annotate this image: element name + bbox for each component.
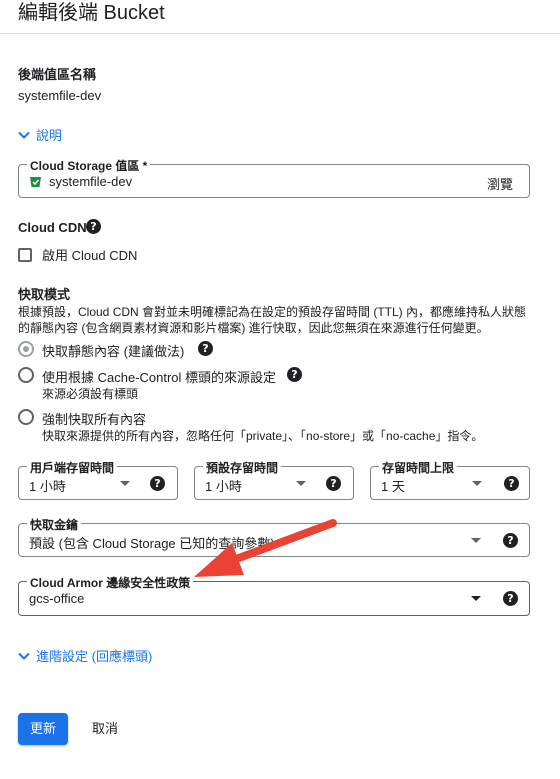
bucket-icon	[30, 177, 41, 187]
chevron-down-icon	[18, 652, 30, 660]
radio-force-cache-label: 強制快取所有內容	[42, 412, 147, 427]
dropdown-arrow-icon	[471, 538, 481, 543]
cdn-enable-label: 啟用 Cloud CDN	[42, 248, 138, 263]
client-ttl-label: 用戶端存留時間	[27, 459, 118, 476]
radio-cache-origin-headers[interactable]	[18, 367, 34, 383]
header-divider	[0, 33, 560, 34]
radio-force-cache-all[interactable]	[18, 409, 34, 425]
default-ttl-value: 1 小時	[205, 479, 242, 494]
default-ttl-help-icon[interactable]: ?	[326, 476, 341, 491]
page-title: 編輯後端 Bucket	[18, 2, 165, 24]
cdn-help-icon[interactable]: ?	[86, 219, 101, 234]
cache-mode-description: 根據預設，Cloud CDN 會對並未明確標記為在設定的預設存留時間 (TTL)…	[18, 305, 527, 335]
backend-name-label: 後端值區名稱	[18, 67, 97, 82]
cancel-button[interactable]: 取消	[84, 713, 126, 745]
cache-mode-title: 快取模式	[18, 287, 71, 302]
armor-help-icon[interactable]: ?	[503, 591, 518, 606]
cdn-label: Cloud CDN	[18, 220, 87, 235]
cdn-enable-checkbox[interactable]: 啟用 Cloud CDN	[18, 245, 137, 264]
advanced-settings-toggle[interactable]: 進階設定 (回應標頭)	[18, 646, 152, 665]
advanced-settings-label: 進階設定 (回應標頭)	[36, 649, 153, 664]
max-ttl-label: 存留時間上限	[379, 459, 458, 476]
dropdown-arrow-icon	[471, 596, 481, 601]
annotation-arrow-icon	[194, 519, 337, 577]
storage-bucket-field[interactable]: Cloud Storage 值區 * systemfile-dev 瀏覽	[18, 157, 530, 198]
cache-origin-help-icon[interactable]: ?	[287, 367, 302, 382]
radio-force-cache-sub: 快取來源提供的所有內容，忽略任何「private」、「no-store」或「no…	[42, 429, 484, 443]
default-ttl-label: 預設存留時間	[203, 459, 282, 476]
armor-policy-label: Cloud Armor 邊緣安全性政策	[27, 574, 194, 591]
dropdown-arrow-icon	[296, 481, 306, 486]
storage-bucket-value: systemfile-dev	[49, 174, 133, 189]
radio-cache-origin-sub: 來源必須設有標頭	[42, 387, 139, 401]
radio-cache-origin-label: 使用根據 Cache-Control 標頭的來源設定	[42, 370, 277, 385]
dropdown-arrow-icon	[472, 481, 482, 486]
armor-policy-value: gcs-office	[29, 591, 85, 606]
max-ttl-select[interactable]: 存留時間上限 1 天 ?	[370, 459, 530, 500]
default-ttl-select[interactable]: 預設存留時間 1 小時 ?	[194, 459, 354, 500]
explain-link-label: 說明	[36, 128, 63, 143]
checkbox-box[interactable]	[18, 247, 32, 262]
radio-cache-static-label: 快取靜態內容 (建議做法)	[42, 344, 185, 359]
max-ttl-value: 1 天	[381, 479, 405, 494]
radio-cache-static[interactable]	[18, 341, 34, 357]
cache-static-help-icon[interactable]: ?	[198, 341, 213, 356]
storage-bucket-label: Cloud Storage 值區 *	[27, 157, 151, 174]
backend-name-value: systemfile-dev	[18, 88, 102, 103]
client-ttl-help-icon[interactable]: ?	[150, 476, 165, 491]
client-ttl-value: 1 小時	[29, 479, 66, 494]
browse-button[interactable]: 瀏覽	[487, 174, 513, 193]
client-ttl-select[interactable]: 用戶端存留時間 1 小時 ?	[18, 459, 178, 500]
max-ttl-help-icon[interactable]: ?	[504, 476, 519, 491]
chevron-down-icon	[18, 131, 30, 139]
update-button[interactable]: 更新	[18, 713, 68, 745]
cache-key-help-icon[interactable]: ?	[503, 533, 518, 548]
dropdown-arrow-icon	[120, 481, 130, 486]
explain-toggle[interactable]: 說明	[18, 125, 62, 144]
cache-key-label: 快取金鑰	[27, 516, 82, 533]
